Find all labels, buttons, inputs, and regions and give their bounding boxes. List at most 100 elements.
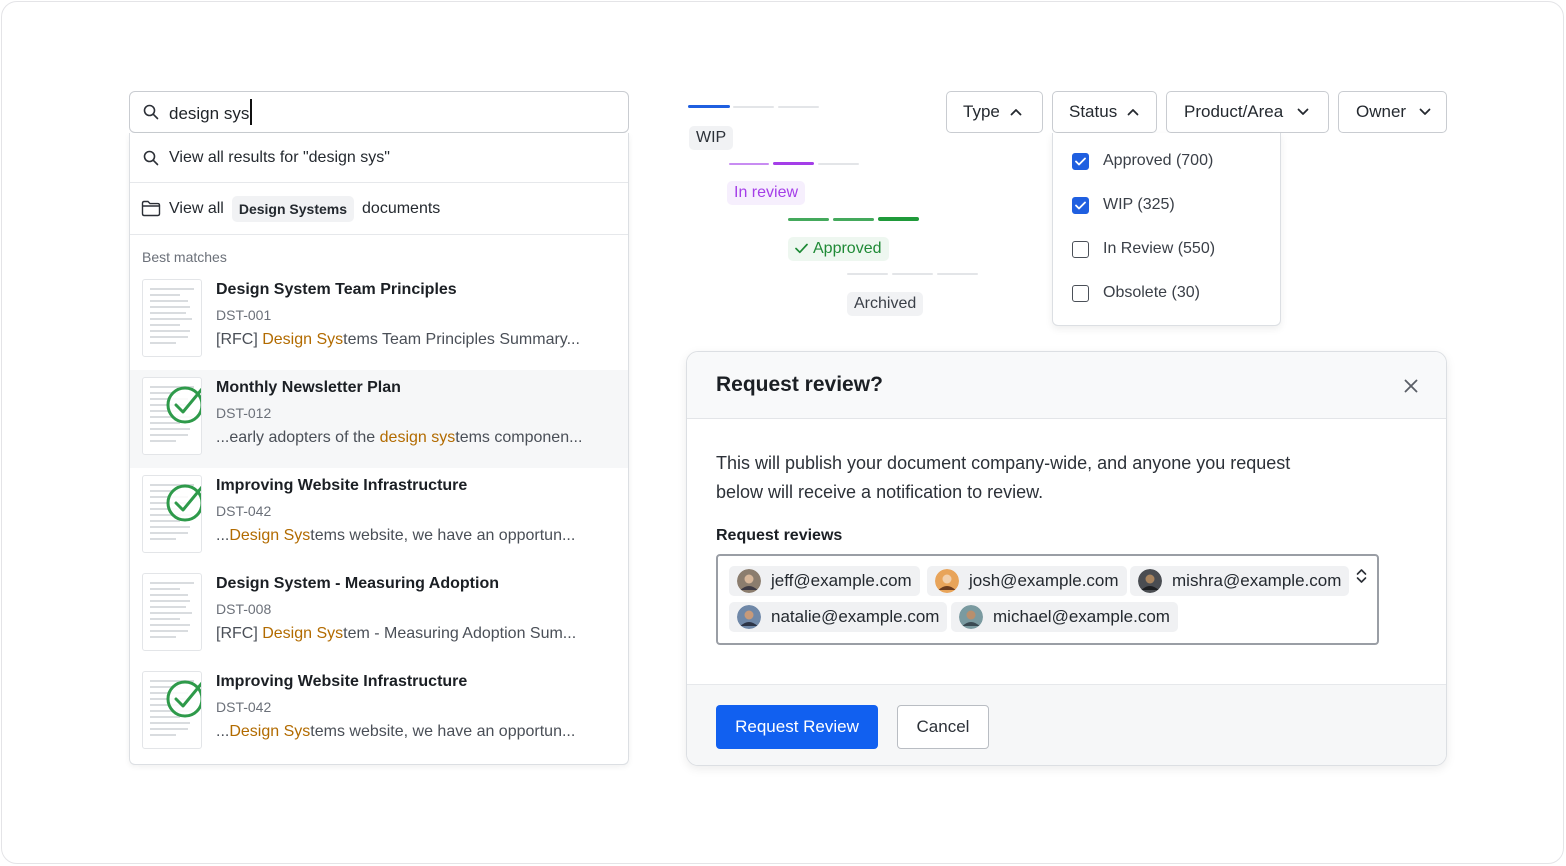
result-snippet: ...Design Systems website, we have an op… — [216, 723, 575, 741]
view-all-results-option[interactable]: View all results for "design sys" — [130, 133, 628, 183]
status-filter-button[interactable]: Status — [1052, 91, 1157, 133]
reviewer-chip[interactable]: jeff@example.com — [729, 566, 920, 596]
collection-chip: Design Systems — [231, 195, 355, 222]
wip-track-segment — [733, 106, 774, 108]
thumbnail-text-line — [150, 594, 188, 596]
check-icon — [795, 243, 808, 254]
match-list: Design System Team Principles DST-001 [RFC… — [130, 272, 628, 762]
result-snippet: [RFC] Design Systems Team Principles Sum… — [216, 331, 580, 349]
dialog-footer: Request Review Cancel — [687, 684, 1446, 765]
checkbox-checked[interactable] — [1072, 152, 1089, 170]
snippet-text: ... — [216, 723, 230, 740]
search-query: design sys — [169, 99, 252, 125]
cancel-button[interactable]: Cancel — [897, 705, 989, 749]
checkbox-checked[interactable] — [1072, 196, 1089, 214]
request-review-button[interactable]: Request Review — [716, 705, 878, 749]
result-title: Design System Team Principles — [216, 281, 457, 298]
result-document-id: DST-042 — [216, 503, 272, 519]
status-option-obsolete[interactable]: Obsolete (30) — [1072, 284, 1200, 302]
text-caret — [250, 99, 252, 125]
status-option-wip[interactable]: WIP (325) — [1072, 196, 1175, 214]
snippet-highlight: Design Sys — [262, 331, 344, 348]
thumbnail-text-line — [150, 312, 186, 314]
review-progress-segment — [729, 163, 769, 165]
reviewers-input[interactable]: jeff@example.com josh@example.com mishra… — [716, 554, 1379, 645]
type-filter-button[interactable]: Type — [946, 91, 1043, 133]
thumbnail-text-line — [150, 434, 188, 436]
snippet-text: tem - Measuring Adoption Sum... — [343, 625, 577, 642]
document-thumbnail — [142, 279, 202, 357]
snippet-text: tems Team Principles Summary... — [343, 331, 580, 348]
status-option-in-review[interactable]: In Review (550) — [1072, 240, 1215, 258]
search-icon — [143, 150, 159, 165]
view-all-results-label: View all results for "design sys" — [169, 148, 390, 166]
snippet-text: [RFC] — [216, 331, 263, 348]
archived-status-pill: Archived — [847, 292, 924, 316]
reviewer-chip[interactable]: josh@example.com — [927, 566, 1127, 596]
search-result-item[interactable]: Monthly Newsletter Plan DST-012 ...early a… — [130, 370, 628, 468]
reviewer-chip[interactable]: mishra@example.com — [1130, 566, 1350, 596]
search-result-item[interactable]: Improving Website Infrastructure DST-042.… — [130, 468, 628, 566]
search-result-body: Design System - Measuring Adoption DST-00… — [216, 573, 576, 643]
checkbox-unchecked[interactable] — [1072, 240, 1089, 258]
status-option-label: WIP (325) — [1103, 196, 1175, 213]
thumbnail-text-line — [150, 330, 190, 332]
chevron-down-icon — [1419, 108, 1431, 115]
status-option-label: In Review (550) — [1103, 240, 1216, 257]
avatar — [1138, 569, 1162, 593]
thumbnail-text-line — [150, 728, 188, 730]
approved-progress-segment — [788, 218, 829, 221]
result-title: Monthly Newsletter Plan — [216, 379, 401, 396]
search-icon — [143, 104, 159, 120]
wip-status-pill: WIP — [689, 126, 734, 150]
approved-check-icon — [166, 484, 201, 522]
view-collection-option[interactable]: View all Design Systems documents — [130, 183, 628, 235]
search-result-item[interactable]: Improving Website Infrastructure DST-042.… — [130, 664, 628, 762]
status-option-label: Obsolete (30) — [1103, 284, 1200, 301]
reviewer-email: michael@example.com — [993, 607, 1170, 626]
document-thumbnail — [142, 671, 202, 749]
search-input[interactable]: design sys — [129, 91, 629, 133]
search-result-item[interactable]: Design System Team Principles DST-001 [RFC… — [130, 272, 628, 370]
thumbnail-text-line — [150, 538, 176, 540]
thumbnail-text-line — [150, 294, 180, 296]
search-result-body: Improving Website Infrastructure DST-042.… — [216, 475, 575, 545]
result-document-id: DST-001 — [216, 307, 272, 323]
snippet-text: ... — [216, 527, 230, 544]
avatar — [737, 569, 761, 593]
thumbnail-text-line — [150, 734, 176, 736]
check-icon — [1075, 201, 1086, 209]
result-title: Improving Website Infrastructure — [216, 673, 468, 690]
dialog-title: Request review? — [716, 373, 883, 396]
dialog-header: Request review? — [687, 352, 1446, 419]
result-snippet: ...Design Systems website, we have an op… — [216, 527, 575, 545]
owner-filter-button[interactable]: Owner — [1338, 91, 1447, 133]
reviewers-label: Request reviews — [716, 527, 843, 544]
checkbox-unchecked[interactable] — [1072, 284, 1089, 302]
thumbnail-text-line — [150, 300, 188, 302]
chevron-up-icon — [1127, 109, 1139, 116]
thumbnail-text-line — [150, 324, 180, 326]
chevron-up-down-icon[interactable] — [1356, 568, 1367, 584]
result-title: Design System - Measuring Adoption — [216, 575, 499, 592]
product-area-filter-button[interactable]: Product/Area — [1166, 91, 1329, 133]
view-all-prefix: View all — [169, 199, 224, 217]
status-filter-menu: Approved (700) WIP (325) In Review (550)… — [1052, 133, 1281, 326]
review-track-segment — [818, 163, 859, 165]
best-matches-heading: Best matches — [142, 249, 227, 265]
thumbnail-text-line — [150, 722, 190, 724]
search-result-item[interactable]: Design System - Measuring Adoption DST-00… — [130, 566, 628, 664]
close-icon — [1404, 379, 1418, 393]
document-thumbnail — [142, 573, 202, 651]
thumbnail-text-line — [150, 630, 188, 632]
close-button[interactable] — [1401, 376, 1421, 396]
result-snippet: ...early adopters of the design systems … — [216, 429, 582, 447]
reviewer-chip[interactable]: michael@example.com — [951, 602, 1178, 632]
document-thumbnail — [142, 377, 202, 455]
snippet-text: tems componen... — [455, 429, 583, 446]
archived-track-segment — [937, 273, 978, 275]
result-document-id: DST-012 — [216, 405, 272, 421]
reviewer-chip[interactable]: natalie@example.com — [729, 602, 948, 632]
avatar — [737, 605, 761, 629]
status-option-approved[interactable]: Approved (700) — [1072, 152, 1213, 170]
